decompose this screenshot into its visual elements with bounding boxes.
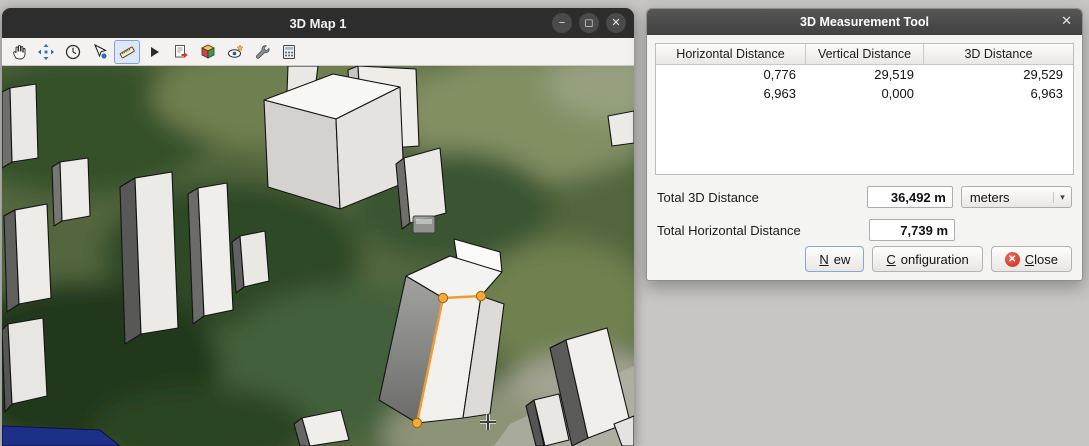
measurement-table: Horizontal Distance Vertical Distance 3D… [655,43,1074,175]
3d-cube-icon [199,43,217,61]
dialog-buttons: New Configuration ✕ Close [805,246,1072,272]
pan-tool-button[interactable] [6,40,32,64]
header-3d-distance[interactable]: 3D Distance [924,44,1073,65]
header-vertical-distance[interactable]: Vertical Distance [806,44,924,65]
dialog-close-icon[interactable]: ✕ [1061,14,1072,27]
table-row[interactable]: 0,776 29,519 29,529 [656,65,1073,84]
camera-effects-button[interactable] [222,40,248,64]
chevron-down-icon: ▾ [1053,192,1071,203]
cell: 29,529 [924,65,1073,84]
map-titlebar[interactable]: 3D Map 1 − ◻ ✕ [2,8,634,38]
unit-select[interactable]: meters ▾ [961,186,1072,208]
ruler-icon [118,43,136,61]
minimize-button[interactable]: − [552,13,572,33]
cell: 0,776 [656,65,806,84]
close-button-label: Close [1025,252,1058,267]
maximize-button[interactable]: ◻ [579,13,599,33]
total-horizontal-row: Total Horizontal Distance 7,739 m [657,219,1072,241]
calculator-icon [280,43,298,61]
close-window-button[interactable]: ✕ [606,13,626,33]
total-horizontal-distance-label: Total Horizontal Distance [657,223,869,238]
total-horizontal-distance-field[interactable]: 7,739 m [869,219,955,241]
configuration-button[interactable]: Configuration [872,246,982,272]
measurement-dialog: 3D Measurement Tool ✕ Horizontal Distanc… [646,8,1083,281]
eye-icon [226,43,244,61]
map-toolbar [2,38,634,66]
table-header-row: Horizontal Distance Vertical Distance 3D… [656,44,1073,65]
export-scene-button[interactable] [168,40,194,64]
map-window-title: 3D Map 1 [289,16,346,31]
total-3d-row: Total 3D Distance 36,492 m meters ▾ [657,186,1072,208]
3d-scene [2,66,634,446]
unit-selected-value: meters [962,190,1053,205]
cell: 0,000 [806,84,924,103]
header-horizontal-distance[interactable]: Horizontal Distance [656,44,806,65]
play-icon [145,43,163,61]
play-animation-button[interactable] [141,40,167,64]
close-button[interactable]: ✕ Close [991,246,1072,272]
dialog-titlebar[interactable]: 3D Measurement Tool ✕ [647,9,1082,35]
cell: 6,963 [924,84,1073,103]
desktop: 3D Map 1 − ◻ ✕ [0,0,1089,446]
pan-arrows-icon [37,43,55,61]
close-red-icon: ✕ [1005,252,1020,267]
clock-icon [64,43,82,61]
dialog-title: 3D Measurement Tool [800,15,929,29]
measurement-calculator-button[interactable] [276,40,302,64]
map-tools-button[interactable] [249,40,275,64]
identify-tool-button[interactable] [87,40,113,64]
cell: 29,519 [806,65,924,84]
total-3d-distance-label: Total 3D Distance [657,190,867,205]
animation-button[interactable] [60,40,86,64]
measure-line-button[interactable] [114,40,140,64]
floating-tag [413,216,435,233]
wrench-icon [253,43,271,61]
total-3d-distance-field[interactable]: 36,492 m [867,186,952,208]
cell: 6,963 [656,84,806,103]
hand-icon [10,43,28,61]
map-window: 3D Map 1 − ◻ ✕ [2,8,634,446]
scene-configuration-button[interactable] [195,40,221,64]
camera-navigation-button[interactable] [33,40,59,64]
new-button[interactable]: New [805,246,864,272]
window-controls: − ◻ ✕ [552,13,626,33]
identify-cursor-icon [91,43,109,61]
export-image-icon [172,43,190,61]
table-row[interactable]: 6,963 0,000 6,963 [656,84,1073,103]
3d-map-viewport[interactable] [2,66,634,446]
